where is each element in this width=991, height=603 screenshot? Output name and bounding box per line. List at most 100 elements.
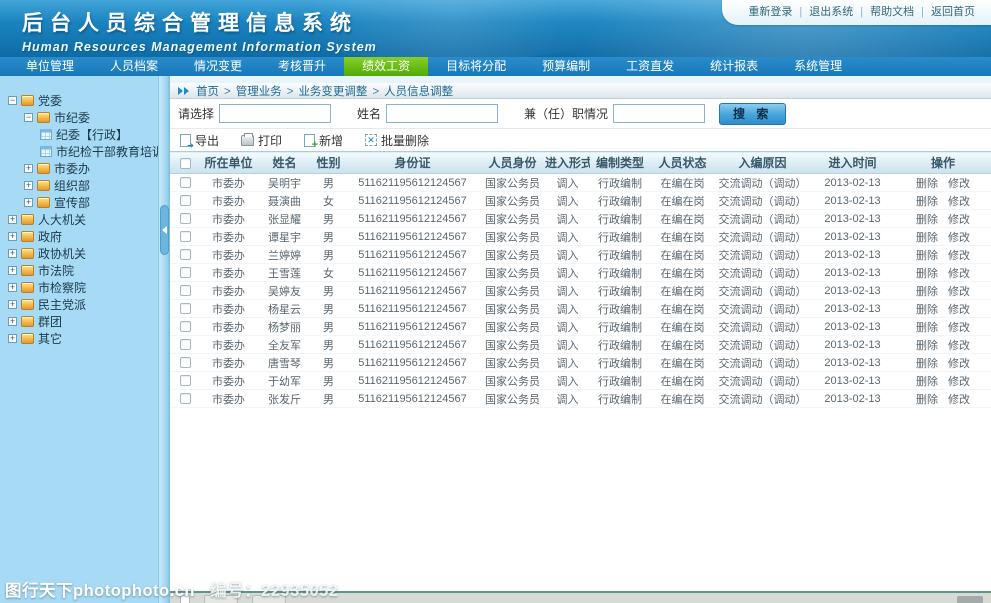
menu-item-tab[interactable]: 单位管理 bbox=[8, 57, 92, 76]
row-checkbox[interactable] bbox=[180, 285, 191, 296]
quick-link[interactable]: 退出系统 bbox=[809, 6, 853, 18]
expand-icon[interactable]: + bbox=[8, 283, 17, 292]
tree-item[interactable]: −市纪委 bbox=[0, 109, 158, 126]
menu-item-tab[interactable]: 统计报表 bbox=[692, 57, 776, 76]
delete-link[interactable]: 删除 bbox=[916, 250, 938, 262]
delete-link[interactable]: 删除 bbox=[916, 322, 938, 334]
body-row: −党委−市纪委纪委【行政】市纪检干部教育培训中心+市委办+组织部+宣传部+人大机… bbox=[0, 76, 991, 603]
edit-link[interactable]: 修改 bbox=[948, 304, 970, 316]
menu-item-tab[interactable]: 考核晋升 bbox=[260, 57, 344, 76]
row-checkbox[interactable] bbox=[180, 357, 191, 368]
edit-link[interactable]: 修改 bbox=[948, 268, 970, 280]
quick-link[interactable]: 重新登录 bbox=[748, 6, 792, 18]
row-checkbox[interactable] bbox=[180, 213, 191, 224]
expand-icon[interactable]: + bbox=[24, 198, 33, 207]
job-status-input[interactable] bbox=[613, 104, 705, 123]
edit-link[interactable]: 修改 bbox=[948, 232, 970, 244]
unit-select-input[interactable] bbox=[219, 104, 331, 123]
row-checkbox[interactable] bbox=[180, 177, 191, 188]
delete-link[interactable]: 删除 bbox=[916, 286, 938, 298]
quick-link[interactable]: 帮助文档 bbox=[870, 6, 914, 18]
add-button[interactable]: 新增 bbox=[304, 132, 343, 149]
delete-link[interactable]: 删除 bbox=[916, 358, 938, 370]
tree-item[interactable]: +市法院 bbox=[0, 262, 158, 279]
expand-icon[interactable]: + bbox=[24, 164, 33, 173]
delete-link[interactable]: 删除 bbox=[916, 394, 938, 406]
breadcrumb-link[interactable]: 人员信息调整 bbox=[384, 86, 453, 98]
delete-link[interactable]: 删除 bbox=[916, 214, 938, 226]
expand-icon[interactable]: + bbox=[8, 317, 17, 326]
tree-item[interactable]: +市检察院 bbox=[0, 279, 158, 296]
quick-link[interactable]: 返回首页 bbox=[931, 6, 975, 18]
menu-item-tab[interactable]: 工资直发 bbox=[608, 57, 692, 76]
edit-link[interactable]: 修改 bbox=[948, 394, 970, 406]
table-row: 市委办于幼军男511621195612124567国家公务员调入行政编制在编在岗… bbox=[170, 372, 991, 390]
row-checkbox[interactable] bbox=[180, 393, 191, 404]
edit-link[interactable]: 修改 bbox=[948, 196, 970, 208]
expand-icon[interactable]: + bbox=[8, 266, 17, 275]
expand-icon[interactable]: + bbox=[8, 300, 17, 309]
menu-item-tab[interactable]: 目标将分配 bbox=[428, 57, 524, 76]
sidebar-collapse-handle[interactable] bbox=[160, 205, 169, 255]
select-all-checkbox[interactable] bbox=[180, 158, 191, 169]
menu-item-active[interactable]: 绩效工资 bbox=[344, 57, 428, 76]
edit-link[interactable]: 修改 bbox=[948, 178, 970, 190]
row-checkbox[interactable] bbox=[180, 375, 191, 386]
collapse-icon[interactable]: − bbox=[24, 113, 33, 122]
menu-item-tab[interactable]: 情况变更 bbox=[176, 57, 260, 76]
edit-link[interactable]: 修改 bbox=[948, 358, 970, 370]
print-button[interactable]: 打印 bbox=[241, 132, 282, 149]
tree-item[interactable]: +人大机关 bbox=[0, 211, 158, 228]
batch-delete-button[interactable]: ✕ 批量删除 bbox=[365, 132, 429, 149]
tree-item[interactable]: 市纪检干部教育培训中心 bbox=[0, 143, 158, 160]
menu-item-tab[interactable]: 系统管理 bbox=[776, 57, 860, 76]
expand-icon[interactable]: + bbox=[8, 249, 17, 258]
edit-link[interactable]: 修改 bbox=[948, 376, 970, 388]
row-checkbox[interactable] bbox=[180, 303, 191, 314]
menu-item-tab[interactable]: 预算编制 bbox=[524, 57, 608, 76]
table-row: 市委办张显耀男511621195612124567国家公务员调入行政编制在编在岗… bbox=[170, 210, 991, 228]
edit-link[interactable]: 修改 bbox=[948, 322, 970, 334]
tree-item[interactable]: +政协机关 bbox=[0, 245, 158, 262]
menu-item-tab[interactable]: 人员档案 bbox=[92, 57, 176, 76]
delete-link[interactable]: 删除 bbox=[916, 196, 938, 208]
breadcrumb-link[interactable]: 管理业务 bbox=[236, 86, 282, 98]
export-button[interactable]: 导出 bbox=[180, 132, 219, 149]
collapse-icon[interactable]: − bbox=[8, 96, 17, 105]
expand-icon[interactable]: + bbox=[8, 215, 17, 224]
delete-link[interactable]: 删除 bbox=[916, 268, 938, 280]
tree-item[interactable]: +市委办 bbox=[0, 160, 158, 177]
tree-item[interactable]: +政府 bbox=[0, 228, 158, 245]
edit-link[interactable]: 修改 bbox=[948, 340, 970, 352]
name-input[interactable] bbox=[386, 104, 498, 123]
row-checkbox[interactable] bbox=[180, 231, 191, 242]
delete-link[interactable]: 删除 bbox=[916, 178, 938, 190]
delete-link[interactable]: 删除 bbox=[916, 304, 938, 316]
row-checkbox[interactable] bbox=[180, 339, 191, 350]
edit-link[interactable]: 修改 bbox=[948, 286, 970, 298]
edit-link[interactable]: 修改 bbox=[948, 250, 970, 262]
row-checkbox[interactable] bbox=[180, 249, 191, 260]
delete-link[interactable]: 删除 bbox=[916, 376, 938, 388]
expand-icon[interactable]: + bbox=[8, 334, 17, 343]
tree-item[interactable]: 纪委【行政】 bbox=[0, 126, 158, 143]
edit-link[interactable]: 修改 bbox=[948, 214, 970, 226]
search-button[interactable]: 搜 索 bbox=[719, 103, 786, 125]
tree-item[interactable]: +其它 bbox=[0, 330, 158, 347]
tree-item[interactable]: +群团 bbox=[0, 313, 158, 330]
expand-icon[interactable]: + bbox=[8, 232, 17, 241]
breadcrumb-link[interactable]: 首页 bbox=[196, 86, 219, 98]
tree-item[interactable]: +民主党派 bbox=[0, 296, 158, 313]
row-actions-cell: 删除修改 bbox=[895, 390, 991, 408]
breadcrumb-link[interactable]: 业务变更调整 bbox=[298, 86, 367, 98]
expand-icon[interactable]: + bbox=[24, 181, 33, 190]
row-checkbox[interactable] bbox=[180, 195, 191, 206]
row-checkbox[interactable] bbox=[180, 321, 191, 332]
tree-item[interactable]: −党委 bbox=[0, 92, 158, 109]
tree-item[interactable]: +宣传部 bbox=[0, 194, 158, 211]
cell-reason: 交流调动（调动） bbox=[715, 336, 810, 354]
delete-link[interactable]: 删除 bbox=[916, 340, 938, 352]
row-checkbox[interactable] bbox=[180, 267, 191, 278]
tree-item[interactable]: +组织部 bbox=[0, 177, 158, 194]
delete-link[interactable]: 删除 bbox=[916, 232, 938, 244]
